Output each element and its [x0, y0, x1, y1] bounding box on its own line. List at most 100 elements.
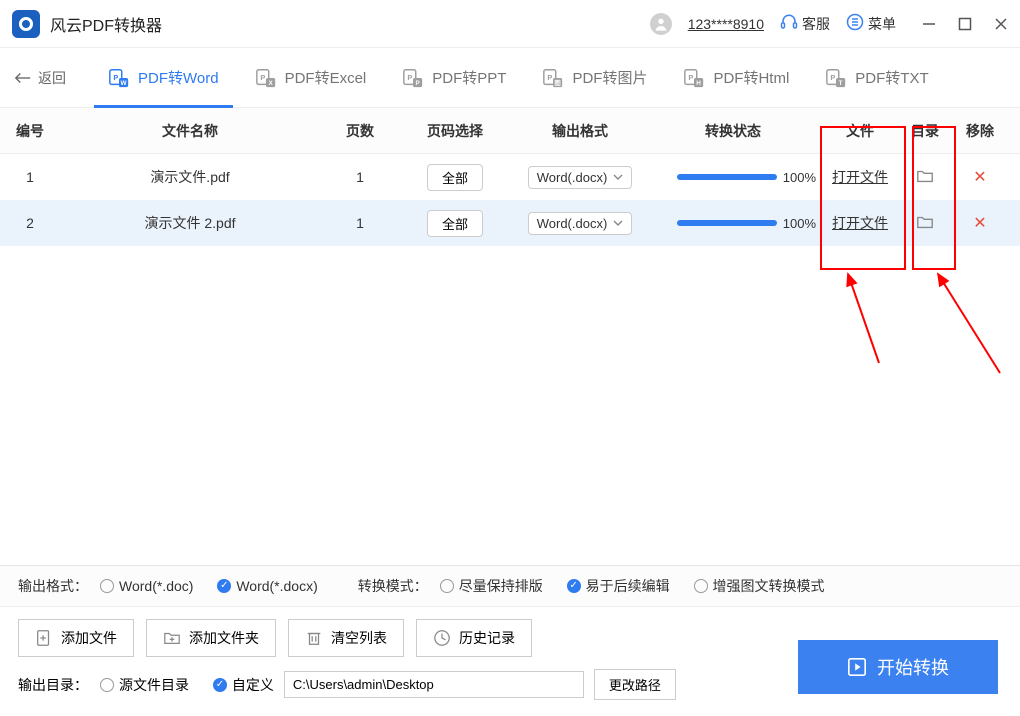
table-header: 编号 文件名称 页数 页码选择 输出格式 转换状态 文件 目录 移除 [0, 108, 1020, 154]
svg-text:P: P [831, 72, 836, 81]
pdf-convert-icon: PH [683, 67, 705, 89]
arrow-to-file [834, 268, 894, 368]
format-select[interactable]: Word(.docx) [528, 166, 633, 189]
svg-text:T: T [839, 79, 843, 86]
app-logo [12, 10, 40, 38]
tab-3[interactable]: P图 PDF转图片 [528, 48, 661, 108]
col-pages: 页数 [320, 121, 400, 141]
output-dir-radio-0[interactable]: 源文件目录 [100, 675, 189, 695]
start-convert-button[interactable]: 开始转换 [798, 640, 998, 694]
headset-icon [780, 13, 798, 34]
pdf-convert-icon: PP [402, 67, 424, 89]
output-dir-radio-1[interactable]: 自定义 [213, 675, 274, 695]
pdf-convert-icon: P图 [542, 67, 564, 89]
output-path-input[interactable] [284, 671, 584, 698]
bottom-panel: 输出格式： Word(*.doc) Word(*.docx) 转换模式： 尽量保… [0, 565, 1020, 716]
cell-num: 1 [0, 169, 60, 185]
table-row: 2 演示文件 2.pdf 1 全部 Word(.docx) 100% 打开文件 … [0, 200, 1020, 246]
menu-icon [846, 13, 864, 34]
clear-list-button[interactable]: 清空列表 [288, 619, 404, 657]
pdf-convert-icon: PT [825, 67, 847, 89]
arrow-to-dir [930, 268, 1010, 378]
close-button[interactable] [994, 17, 1008, 31]
open-file-link[interactable]: 打开文件 [832, 169, 888, 185]
support-label: 客服 [802, 14, 830, 34]
col-dir: 目录 [900, 121, 950, 141]
col-file: 文件 [820, 121, 900, 141]
folder-icon[interactable] [916, 168, 934, 187]
col-pagesel: 页码选择 [400, 121, 510, 141]
output-dir-label: 输出目录： [18, 675, 88, 695]
svg-text:P: P [408, 72, 413, 81]
open-file-link[interactable]: 打开文件 [832, 215, 888, 231]
col-name: 文件名称 [60, 121, 320, 141]
folder-icon[interactable] [916, 214, 934, 233]
col-format: 输出格式 [510, 121, 650, 141]
tab-2[interactable]: PP PDF转PPT [388, 48, 520, 108]
add-file-button[interactable]: 添加文件 [18, 619, 134, 657]
add-folder-button[interactable]: 添加文件夹 [146, 619, 276, 657]
svg-text:P: P [113, 72, 118, 81]
history-button[interactable]: 历史记录 [416, 619, 532, 657]
remove-button[interactable]: ✕ [973, 167, 986, 187]
tab-4[interactable]: PH PDF转Html [669, 48, 803, 108]
progress-bar [677, 174, 777, 180]
output-format-radio-0[interactable]: Word(*.doc) [100, 578, 193, 594]
progress-pct: 100% [783, 216, 816, 231]
convert-mode-radio-1[interactable]: 易于后续编辑 [567, 576, 670, 596]
convert-mode-radio-2[interactable]: 增强图文转换模式 [694, 576, 825, 596]
svg-text:W: W [121, 79, 128, 86]
tab-label: PDF转图片 [572, 67, 647, 88]
cell-name: 演示文件 2.pdf [60, 213, 320, 233]
tab-0[interactable]: PW PDF转Word [94, 48, 233, 108]
tab-label: PDF转Excel [285, 67, 367, 88]
svg-text:图: 图 [555, 77, 562, 86]
tabbar: 返回 PW PDF转Word PX PDF转Excel PP PDF转PPT P… [0, 48, 1020, 108]
progress-bar [677, 220, 777, 226]
remove-button[interactable]: ✕ [973, 213, 986, 233]
minimize-button[interactable] [922, 17, 936, 31]
col-remove: 移除 [950, 121, 1010, 141]
cell-pages: 1 [320, 215, 400, 231]
cell-num: 2 [0, 215, 60, 231]
tab-label: PDF转Word [138, 67, 219, 88]
maximize-button[interactable] [958, 17, 972, 31]
pdf-convert-icon: PX [255, 67, 277, 89]
app-title: 风云PDF转换器 [50, 12, 162, 36]
svg-text:P: P [689, 72, 694, 81]
tab-label: PDF转TXT [855, 67, 928, 88]
user-id-link[interactable]: 123****8910 [688, 16, 764, 32]
tab-5[interactable]: PT PDF转TXT [811, 48, 942, 108]
tab-label: PDF转Html [713, 67, 789, 88]
back-label: 返回 [38, 68, 66, 88]
tab-1[interactable]: PX PDF转Excel [241, 48, 381, 108]
menu-label: 菜单 [868, 14, 896, 34]
svg-text:P: P [548, 72, 553, 81]
col-status: 转换状态 [650, 121, 820, 141]
svg-text:H: H [697, 79, 702, 86]
svg-text:X: X [268, 79, 273, 86]
options-row: 输出格式： Word(*.doc) Word(*.docx) 转换模式： 尽量保… [0, 566, 1020, 607]
titlebar: 风云PDF转换器 123****8910 客服 菜单 [0, 0, 1020, 48]
page-select-button[interactable]: 全部 [427, 164, 483, 191]
cell-pages: 1 [320, 169, 400, 185]
tab-label: PDF转PPT [432, 67, 506, 88]
cell-name: 演示文件.pdf [60, 167, 320, 187]
svg-text:P: P [260, 72, 265, 81]
output-format-label: 输出格式： [18, 576, 88, 596]
col-num: 编号 [0, 121, 60, 141]
menu-link[interactable]: 菜单 [846, 13, 896, 34]
progress-pct: 100% [783, 170, 816, 185]
pdf-convert-icon: PW [108, 67, 130, 89]
convert-mode-label: 转换模式： [358, 576, 428, 596]
change-path-button[interactable]: 更改路径 [594, 669, 676, 700]
format-select[interactable]: Word(.docx) [528, 212, 633, 235]
support-link[interactable]: 客服 [780, 13, 830, 34]
output-format-radio-1[interactable]: Word(*.docx) [217, 578, 317, 594]
convert-mode-radio-0[interactable]: 尽量保持排版 [440, 576, 543, 596]
svg-text:P: P [416, 79, 421, 86]
page-select-button[interactable]: 全部 [427, 210, 483, 237]
avatar-icon[interactable] [650, 13, 672, 35]
table-row: 1 演示文件.pdf 1 全部 Word(.docx) 100% 打开文件 ✕ [0, 154, 1020, 200]
back-button[interactable]: 返回 [14, 68, 66, 88]
